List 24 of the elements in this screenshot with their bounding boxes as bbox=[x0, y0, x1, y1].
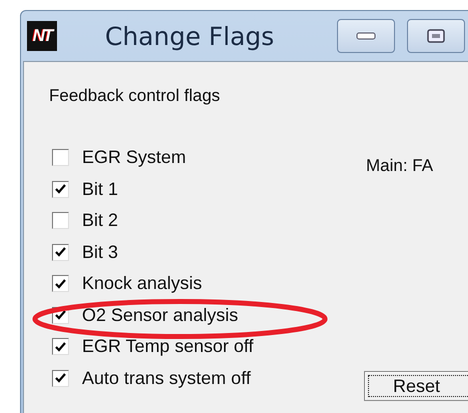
minimize-icon bbox=[356, 32, 376, 40]
main-value-text: Main: FA bbox=[366, 156, 434, 176]
checkbox-label: Knock analysis bbox=[82, 273, 202, 294]
checkbox-label: Auto trans system off bbox=[82, 368, 251, 389]
group-label: Feedback control flags bbox=[49, 86, 222, 106]
maximize-button[interactable] bbox=[407, 19, 465, 53]
minimize-button[interactable] bbox=[337, 19, 395, 53]
checkbox[interactable] bbox=[52, 212, 69, 230]
checkbox-label: EGR Temp sensor off bbox=[82, 336, 254, 358]
maximize-icon bbox=[427, 29, 445, 43]
checkbox[interactable] bbox=[52, 244, 69, 261]
checkbox-label: EGR System bbox=[82, 147, 186, 168]
app-logo: NT bbox=[27, 21, 57, 51]
checkbox[interactable] bbox=[52, 180, 69, 198]
checkbox[interactable] bbox=[52, 275, 69, 292]
checkbox[interactable] bbox=[52, 149, 69, 166]
checkbox[interactable] bbox=[52, 370, 69, 387]
checkbox-label: Bit 2 bbox=[82, 210, 118, 232]
checkbox-label: O2 Sensor analysis bbox=[82, 304, 238, 326]
checkbox[interactable] bbox=[52, 338, 69, 356]
window-title: Change Flags bbox=[105, 22, 276, 50]
checkbox-label: Bit 3 bbox=[82, 242, 118, 263]
reset-button[interactable]: Reset bbox=[364, 371, 468, 401]
checkbox-label: Bit 1 bbox=[82, 178, 118, 200]
